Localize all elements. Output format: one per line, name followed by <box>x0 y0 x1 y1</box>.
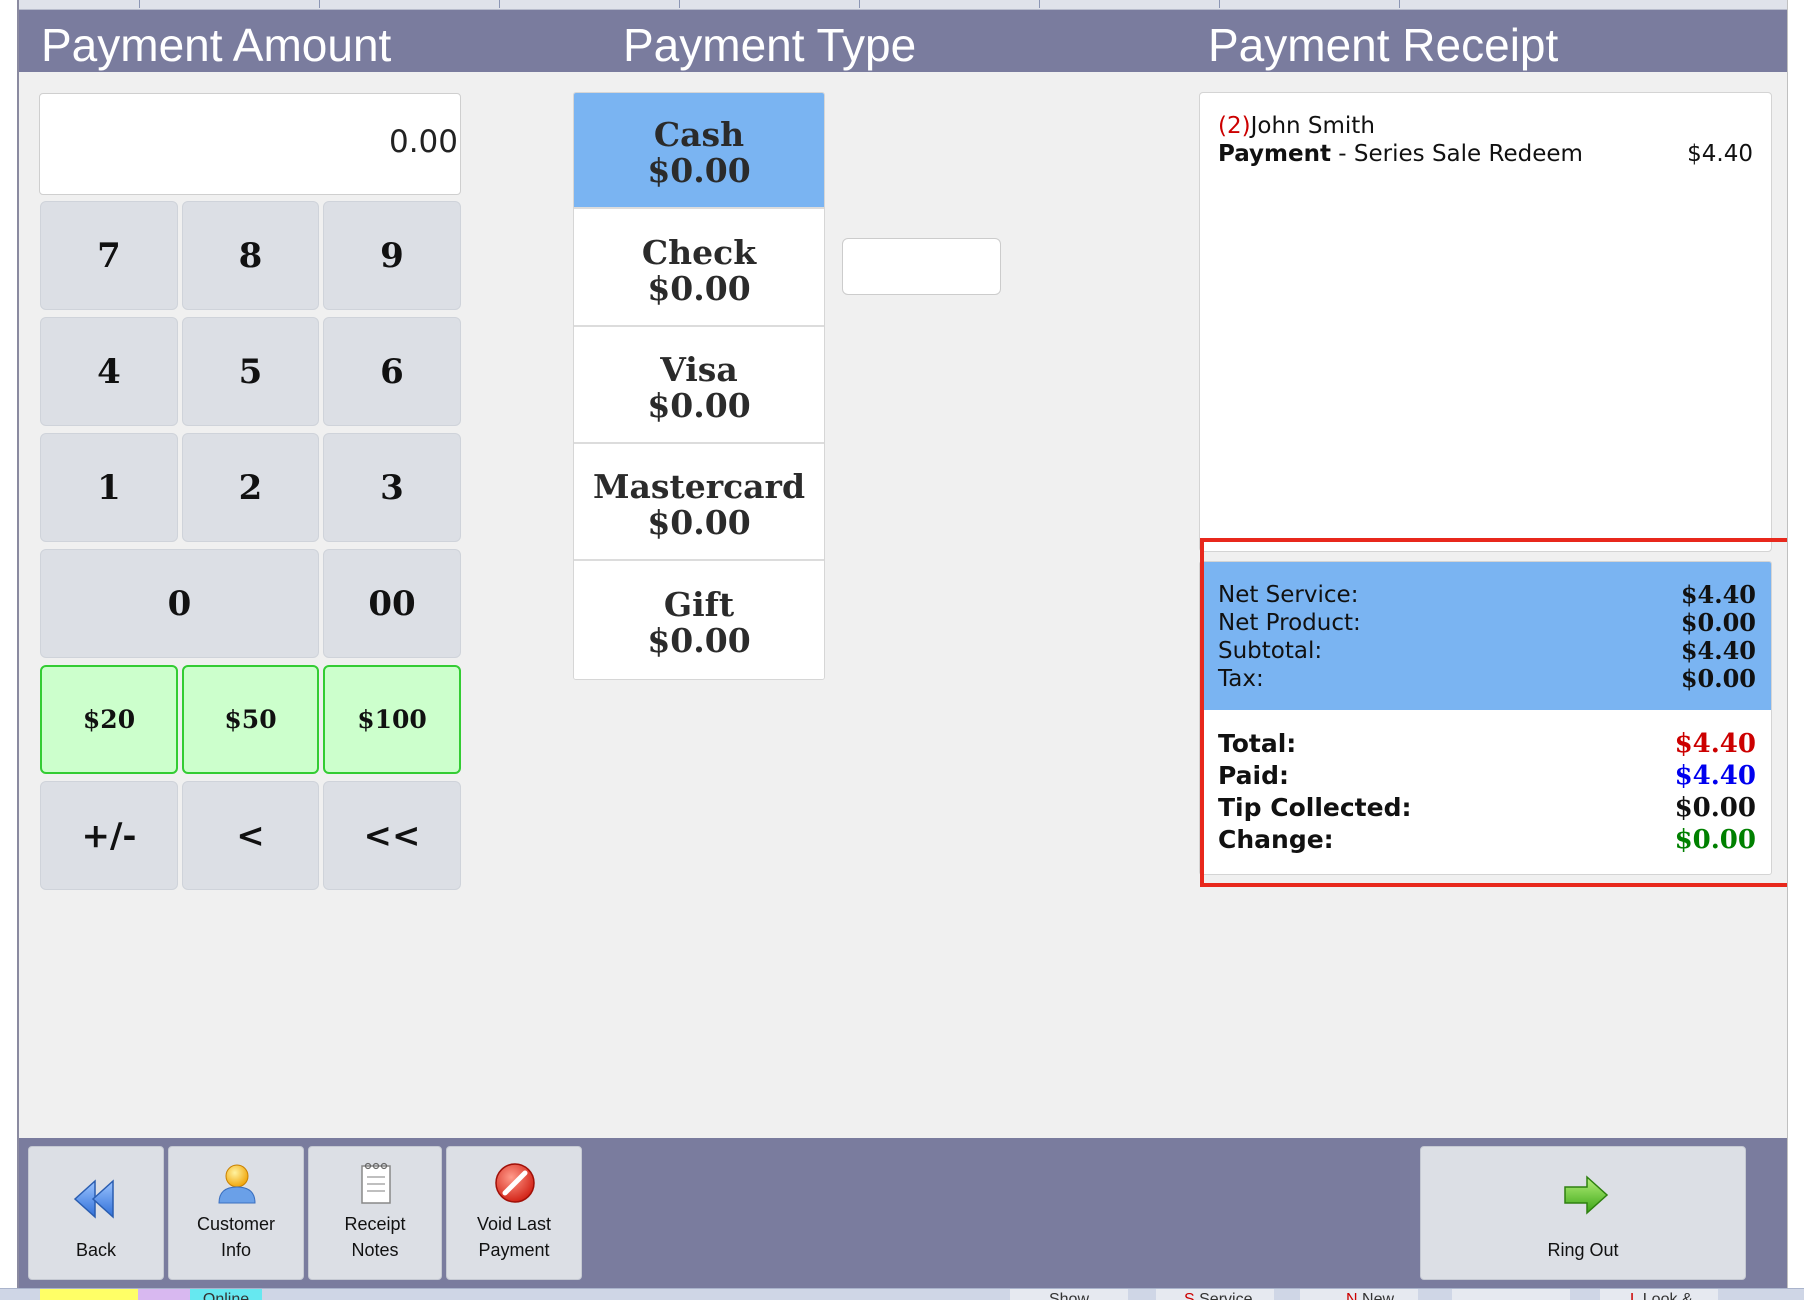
back-label: Back <box>75 1240 117 1260</box>
customer-number: (2) <box>1218 113 1251 139</box>
keypad-00-button[interactable]: 00 <box>323 549 461 658</box>
taskbar-look-key: L <box>1630 1291 1639 1300</box>
payment-amount-value: 0.00 <box>388 124 458 160</box>
keypad-4-button[interactable]: 4 <box>40 317 178 426</box>
bottom-toolbar: Back Customer Info Receipt Notes Void La… <box>19 1138 1787 1288</box>
payment-window: Payment Amount Payment Type Payment Rece… <box>17 0 1787 1290</box>
window-header: Payment Amount Payment Type Payment Rece… <box>19 10 1787 72</box>
taskbar-show-button[interactable]: Show <box>1010 1289 1128 1300</box>
keypad-8-button[interactable]: 8 <box>182 201 319 310</box>
receipt-notes-label: Receipt Notes <box>344 1214 406 1260</box>
receipt-line-desc: - Series Sale Redeem <box>1330 141 1583 167</box>
keypad-7-button[interactable]: 7 <box>40 201 178 310</box>
payment-type-amount: $0.00 <box>647 269 751 308</box>
double-left-arrow-icon <box>73 1179 114 1219</box>
payment-type-cash[interactable]: Cash $0.00 <box>574 93 824 209</box>
taskbar-online-tile[interactable]: Online <box>190 1289 262 1300</box>
customer-icon <box>218 1164 256 1204</box>
receipt-line: Payment - Series Sale Redeem <box>1218 141 1583 167</box>
taskbar-yellow-tile[interactable] <box>40 1289 138 1300</box>
keypad-0-button[interactable]: 0 <box>40 549 319 658</box>
totals-highlight-box <box>1200 538 1787 887</box>
notepad-icon <box>361 1162 391 1204</box>
keypad-6-button[interactable]: 6 <box>323 317 461 426</box>
customer-name: John Smith <box>1250 113 1375 139</box>
desktop-right-edge <box>1787 0 1804 1288</box>
payment-type-amount: $0.00 <box>647 503 751 542</box>
payment-amount-title: Payment Amount <box>41 19 392 71</box>
check-number-input[interactable] <box>842 238 1001 295</box>
clear-button[interactable]: << <box>323 781 461 890</box>
keypad-3-button[interactable]: 3 <box>323 433 461 542</box>
payment-type-mastercard[interactable]: Mastercard $0.00 <box>574 445 824 561</box>
taskbar-new-key: N <box>1346 1291 1358 1300</box>
backspace-button[interactable]: < <box>182 781 319 890</box>
keypad-1-button[interactable]: 1 <box>40 433 178 542</box>
payment-type-name: Visa <box>660 350 738 389</box>
receipt-customer: (2)John Smith <box>1218 113 1375 139</box>
taskbar: Online Show S Service N New L Look & <box>0 1288 1804 1300</box>
receipt-line-amount: $4.40 <box>1687 141 1753 167</box>
payment-type-amount: $0.00 <box>647 386 751 425</box>
payment-type-visa[interactable]: Visa $0.00 <box>574 328 824 444</box>
receipt-notes-button[interactable]: Receipt Notes <box>308 1146 442 1280</box>
payment-type-check[interactable]: Check $0.00 <box>574 211 824 327</box>
payment-type-title: Payment Type <box>623 19 917 71</box>
taskbar-service-label: Service <box>1199 1291 1253 1300</box>
keypad-5-button[interactable]: 5 <box>182 317 319 426</box>
keypad-2-button[interactable]: 2 <box>182 433 319 542</box>
desktop-left-edge <box>0 0 17 1288</box>
keypad-9-button[interactable]: 9 <box>323 201 461 310</box>
back-button[interactable]: Back <box>28 1146 164 1280</box>
void-last-payment-label: Void Last Payment <box>476 1214 552 1260</box>
receipt-panel: (2)John Smith Payment - Series Sale Rede… <box>1199 92 1772 552</box>
quick-100-button[interactable]: $100 <box>323 665 461 774</box>
taskbar-blank-button[interactable] <box>1452 1289 1570 1300</box>
taskbar-new-button[interactable]: N New <box>1300 1289 1418 1300</box>
ring-out-button[interactable]: Ring Out <box>1420 1146 1746 1280</box>
void-last-payment-button[interactable]: Void Last Payment <box>446 1146 582 1280</box>
payment-amount-display[interactable]: 0.00 <box>39 93 461 195</box>
taskbar-service-key: S <box>1184 1291 1195 1300</box>
taskbar-look-button[interactable]: L Look & <box>1600 1289 1718 1300</box>
void-icon <box>495 1163 535 1203</box>
taskbar-look-label: Look & <box>1642 1291 1693 1300</box>
payment-type-list: Cash $0.00 Check $0.00 Visa $0.00 Master… <box>573 92 825 680</box>
customer-info-label: Customer Info <box>196 1214 276 1260</box>
payment-receipt-title: Payment Receipt <box>1208 19 1559 71</box>
payment-type-name: Mastercard <box>592 467 806 506</box>
taskbar-purple-tile[interactable] <box>138 1289 190 1300</box>
taskbar-new-label: New <box>1362 1291 1395 1300</box>
ring-out-label: Ring Out <box>1547 1240 1619 1260</box>
payment-type-name: Gift <box>663 585 735 624</box>
plus-minus-button[interactable]: +/- <box>40 781 178 890</box>
quick-50-button[interactable]: $50 <box>182 665 319 774</box>
payment-type-amount: $0.00 <box>647 621 751 660</box>
quick-20-button[interactable]: $20 <box>40 665 178 774</box>
payment-type-amount: $0.00 <box>647 151 751 190</box>
payment-type-gift[interactable]: Gift $0.00 <box>574 563 824 679</box>
payment-type-name: Cash <box>653 115 745 154</box>
taskbar-service-button[interactable]: S Service <box>1156 1289 1274 1300</box>
customer-info-button[interactable]: Customer Info <box>168 1146 304 1280</box>
receipt-line-label: Payment <box>1218 141 1331 167</box>
right-arrow-icon <box>1564 1175 1609 1215</box>
payment-type-name: Check <box>641 233 757 272</box>
top-tab-strip <box>19 0 1787 10</box>
